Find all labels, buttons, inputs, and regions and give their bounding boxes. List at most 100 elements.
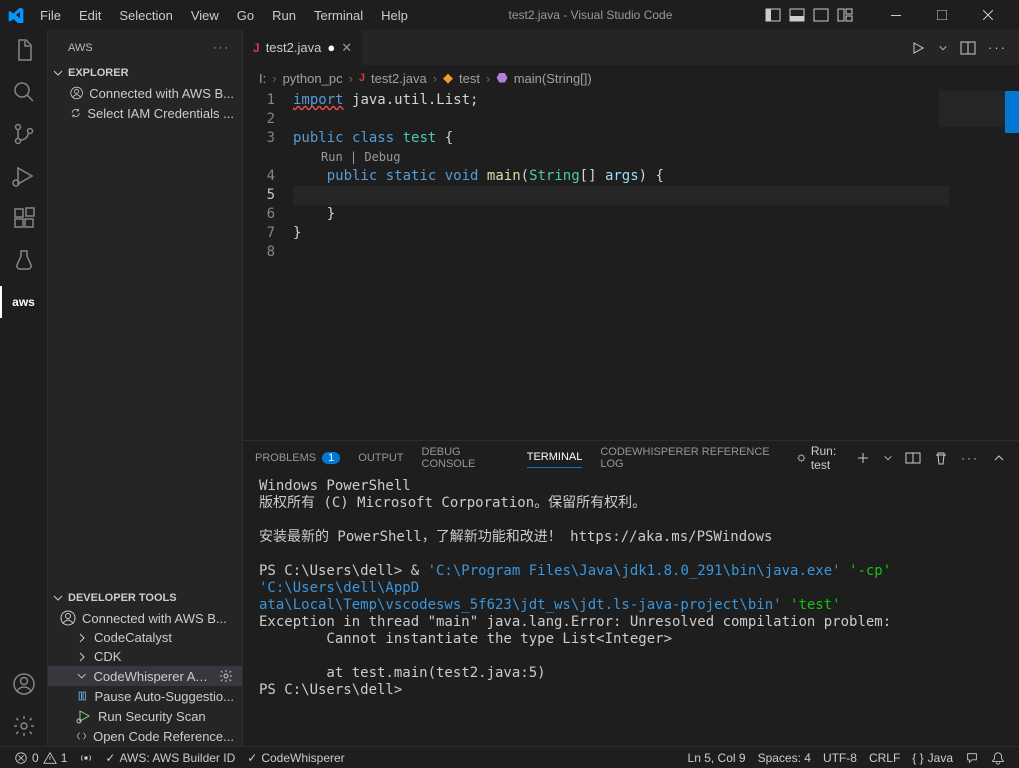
sidebar-codewhisperer[interactable]: CodeWhisperer AW...: [48, 666, 242, 686]
tab-close-icon[interactable]: ✕: [341, 40, 352, 56]
layout-sidebar-right-icon[interactable]: [813, 7, 829, 23]
new-terminal-icon[interactable]: [855, 450, 871, 466]
editor-area: J test2.java ● ✕ ··· I: › python_pc › J …: [243, 30, 1019, 746]
layout-customize-icon[interactable]: [837, 7, 853, 23]
sidebar-title-label: AWS: [68, 42, 93, 54]
menu-view[interactable]: View: [183, 4, 227, 27]
editor-scrollbar[interactable]: [1005, 91, 1019, 440]
sidebar-explorer-header[interactable]: EXPLORER: [48, 65, 242, 83]
menu-edit[interactable]: Edit: [71, 4, 109, 27]
sidebar-select-iam[interactable]: Select IAM Credentials ...: [48, 103, 242, 123]
status-indentation[interactable]: Spaces: 4: [752, 751, 817, 765]
error-icon: [14, 751, 28, 765]
status-aws[interactable]: ✓ AWS: AWS Builder ID: [99, 751, 241, 765]
sidebar-run-security[interactable]: Run Security Scan: [48, 706, 242, 726]
status-eol[interactable]: CRLF: [863, 751, 906, 765]
codelens-run-debug[interactable]: Run | Debug: [293, 148, 1019, 167]
terminal-profile-label[interactable]: Run: test: [796, 444, 843, 472]
window-title: test2.java - Visual Studio Code: [416, 8, 765, 22]
menu-selection[interactable]: Selection: [111, 4, 180, 27]
status-feedback-icon[interactable]: [959, 751, 985, 765]
terminal-dropdown-icon[interactable]: [883, 453, 893, 463]
sidebar-item-label: Connected with AWS B...: [89, 86, 234, 101]
line-number-gutter: 1 2 3 4 5 6 7 8: [243, 91, 293, 440]
terminal-line: Cannot instantiate the type List<Integer…: [259, 631, 1003, 648]
layout-sidebar-left-icon[interactable]: [765, 7, 781, 23]
breadcrumb[interactable]: I: › python_pc › J test2.java › ◆ test ›…: [243, 65, 1019, 91]
sidebar-item-label: CodeCatalyst: [94, 630, 172, 645]
chevron-right-icon: [76, 632, 88, 644]
method-icon: ⬣: [496, 70, 507, 86]
code-content[interactable]: import java.util.List; public class test…: [293, 91, 1019, 440]
activity-explorer-icon[interactable]: [12, 38, 36, 62]
breadcrumb-segment[interactable]: I:: [259, 71, 266, 86]
status-codewhisperer[interactable]: ✓ CodeWhisperer: [241, 751, 350, 765]
menu-run[interactable]: Run: [264, 4, 304, 27]
sidebar-devtools-header[interactable]: DEVELOPER TOOLS: [48, 590, 242, 608]
activity-accounts-icon[interactable]: [12, 672, 36, 696]
menu-terminal[interactable]: Terminal: [306, 4, 371, 27]
status-ports[interactable]: [73, 751, 99, 765]
breadcrumb-segment[interactable]: test: [459, 71, 480, 86]
activity-run-debug-icon[interactable]: [12, 164, 36, 188]
panel-tab-problems[interactable]: PROBLEMS 1: [255, 448, 340, 468]
menu-go[interactable]: Go: [229, 4, 262, 27]
references-icon: [76, 728, 87, 744]
status-problems[interactable]: 0 1: [8, 751, 73, 765]
window-maximize-button[interactable]: [919, 0, 965, 30]
panel-maximize-icon[interactable]: [991, 450, 1007, 466]
activity-extensions-icon[interactable]: [12, 206, 36, 230]
status-encoding[interactable]: UTF-8: [817, 751, 863, 765]
kill-terminal-icon[interactable]: [933, 450, 949, 466]
activity-scm-icon[interactable]: [12, 122, 36, 146]
status-language[interactable]: { } Java: [906, 751, 959, 765]
tab-test2-java[interactable]: J test2.java ● ✕: [243, 30, 363, 65]
window-minimize-button[interactable]: [873, 0, 919, 30]
terminal-line: 安装最新的 PowerShell，了解新功能和改进！ https://aka.m…: [259, 529, 1003, 546]
terminal-line: 版权所有 (C) Microsoft Corporation。保留所有权利。: [259, 495, 1003, 512]
sidebar-explorer-title: EXPLORER: [68, 67, 129, 79]
more-icon[interactable]: ···: [988, 40, 1007, 55]
breadcrumb-segment[interactable]: python_pc: [283, 71, 343, 86]
gear-icon[interactable]: [218, 668, 234, 684]
tab-label: test2.java: [266, 40, 322, 55]
activity-testing-icon[interactable]: [12, 248, 36, 272]
layout-panel-icon[interactable]: [789, 7, 805, 23]
breadcrumb-segment[interactable]: test2.java: [371, 71, 427, 86]
chevron-right-icon: ›: [272, 71, 276, 86]
sync-icon: [70, 105, 81, 121]
activity-settings-icon[interactable]: [12, 714, 36, 738]
terminal-output[interactable]: Windows PowerShell 版权所有 (C) Microsoft Co…: [243, 474, 1019, 746]
menu-help[interactable]: Help: [373, 4, 416, 27]
run-icon[interactable]: [910, 40, 926, 56]
menu-file[interactable]: File: [32, 4, 69, 27]
panel-tab-debug-console[interactable]: DEBUG CONSOLE: [422, 442, 509, 474]
panel-more-icon[interactable]: ···: [961, 451, 979, 465]
activity-search-icon[interactable]: [12, 80, 36, 104]
sidebar-codecatalyst[interactable]: CodeCatalyst: [48, 628, 242, 647]
sidebar-connected-aws-2[interactable]: Connected with AWS B...: [48, 608, 242, 628]
split-editor-icon[interactable]: [960, 40, 976, 56]
sidebar-pause-auto[interactable]: Pause Auto-Suggestio...: [48, 686, 242, 706]
sidebar-open-reference[interactable]: Open Code Reference...: [48, 726, 242, 746]
problems-badge: 1: [322, 452, 340, 464]
split-terminal-icon[interactable]: [905, 450, 921, 466]
sidebar-cdk[interactable]: CDK: [48, 647, 242, 666]
status-cursor-position[interactable]: Ln 5, Col 9: [682, 751, 752, 765]
terminal-line: Windows PowerShell: [259, 478, 1003, 495]
check-icon: ✓: [105, 751, 115, 765]
class-icon: ◆: [443, 70, 453, 86]
panel-tab-terminal[interactable]: TERMINAL: [527, 447, 583, 468]
window-close-button[interactable]: [965, 0, 1011, 30]
panel-tab-codewhisperer-log[interactable]: CODEWHISPERER REFERENCE LOG: [600, 442, 778, 474]
breadcrumb-segment[interactable]: main(String[]): [514, 71, 592, 86]
chevron-down-icon[interactable]: [938, 43, 948, 53]
status-notifications-icon[interactable]: [985, 751, 1011, 765]
panel-tab-output[interactable]: OUTPUT: [358, 448, 403, 468]
code-editor[interactable]: 1 2 3 4 5 6 7 8 import java.util.List; p…: [243, 91, 1019, 440]
activity-aws-icon[interactable]: aws: [12, 290, 36, 314]
sidebar-item-label: Pause Auto-Suggestio...: [95, 689, 234, 704]
sidebar-connected-aws[interactable]: Connected with AWS B...: [48, 83, 242, 103]
vscode-logo-icon: [8, 7, 24, 23]
sidebar-more-icon[interactable]: ···: [213, 42, 230, 54]
